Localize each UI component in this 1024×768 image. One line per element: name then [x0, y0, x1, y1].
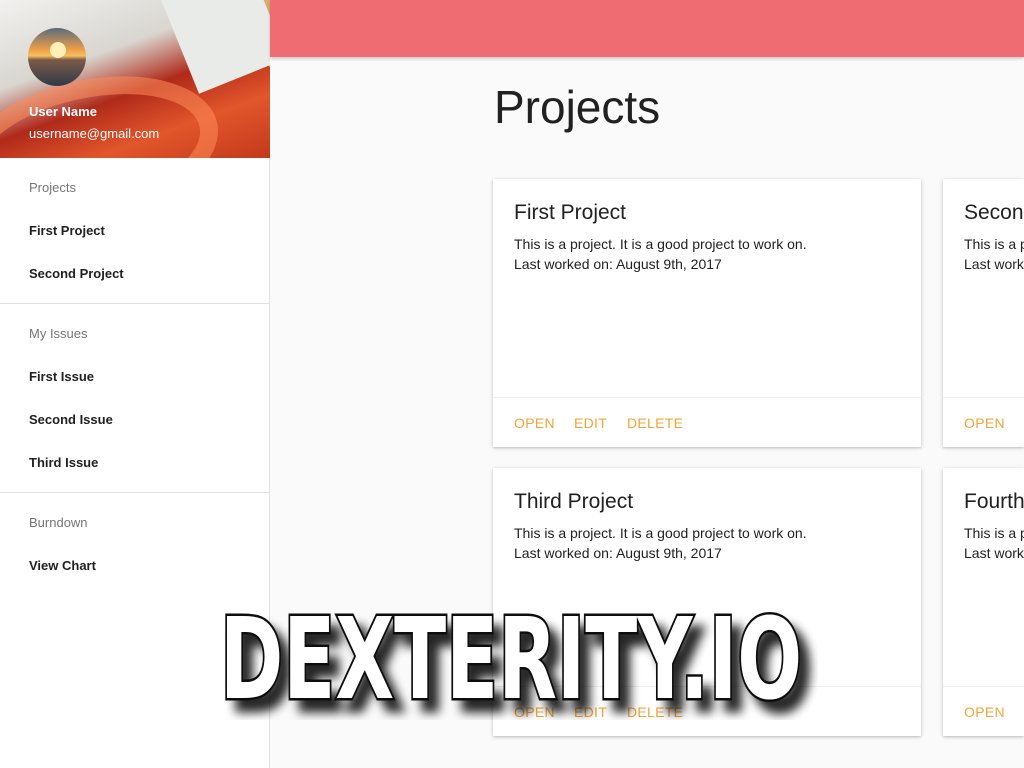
nav-section-my-issues: My Issues First Issue Second Issue Third… [0, 304, 269, 493]
project-card-second: Second Project This is a project. It is … [943, 179, 1024, 447]
card-description: This is a project. It is a good project … [514, 236, 807, 252]
nav-subheader-my-issues: My Issues [29, 326, 88, 341]
delete-button[interactable]: DELETE [627, 415, 683, 431]
nav-item-second-project[interactable]: Second Project [0, 252, 269, 295]
edit-button[interactable]: EDIT [574, 704, 607, 720]
card-clip: Fourth Project This is a project. It is … [943, 468, 1024, 736]
card-last-worked: Last worked on: August 9th, 2017 [514, 256, 722, 272]
card-actions: OPEN EDIT DELETE [493, 397, 921, 447]
nav-item-first-issue[interactable]: First Issue [0, 355, 269, 398]
open-button[interactable]: OPEN [964, 415, 1005, 431]
card-title: First Project [514, 201, 627, 224]
card-title: Fourth Project [964, 490, 1024, 513]
project-card-first: First Project This is a project. It is a… [493, 179, 921, 447]
card-actions: OPEN [943, 397, 1024, 447]
avatar[interactable] [28, 28, 86, 86]
open-button[interactable]: OPEN [514, 704, 555, 720]
project-card-fourth: Fourth Project This is a project. It is … [943, 468, 1024, 736]
edit-button[interactable]: EDIT [574, 415, 607, 431]
user-email: username@gmail.com [29, 126, 160, 141]
nav-item-view-chart[interactable]: View Chart [0, 544, 269, 587]
nav-item-first-project[interactable]: First Project [0, 209, 269, 252]
nav-section-projects: Projects First Project Second Project [0, 158, 269, 304]
open-button[interactable]: OPEN [964, 704, 1005, 720]
card-description: This is a project. It is a good project … [514, 525, 807, 541]
delete-button[interactable]: DELETE [627, 704, 683, 720]
drawer-header: User Name username@gmail.com [0, 0, 270, 158]
card-clip: Second Project This is a project. It is … [943, 179, 1024, 447]
nav-item-third-issue[interactable]: Third Issue [0, 441, 269, 484]
page-title: Projects [494, 81, 661, 133]
top-app-bar [270, 0, 1024, 57]
card-last-worked: Last worked on: August 9th, 2017 [964, 545, 1024, 561]
card-actions: OPEN EDIT DELETE [493, 686, 921, 736]
project-card-third: Third Project This is a project. It is a… [493, 468, 921, 736]
card-description: This is a project. It is a good project … [964, 525, 1024, 541]
user-name: User Name [29, 104, 97, 119]
nav-section-burndown: Burndown View Chart [0, 493, 269, 595]
card-description: This is a project. It is a good project … [964, 236, 1024, 252]
nav-item-second-issue[interactable]: Second Issue [0, 398, 269, 441]
open-button[interactable]: OPEN [514, 415, 555, 431]
header-background-paper [157, 0, 270, 94]
card-title: Second Project [964, 201, 1024, 224]
card-title: Third Project [514, 490, 634, 513]
navigation-drawer: User Name username@gmail.com Projects Fi… [0, 0, 270, 768]
card-last-worked: Last worked on: August 9th, 2017 [514, 545, 722, 561]
avatar-sun [50, 42, 66, 58]
card-last-worked: Last worked on: August 9th, 2017 [964, 256, 1024, 272]
nav-subheader-projects: Projects [29, 180, 76, 195]
nav-subheader-burndown: Burndown [29, 515, 88, 530]
card-actions: OPEN [943, 686, 1024, 736]
